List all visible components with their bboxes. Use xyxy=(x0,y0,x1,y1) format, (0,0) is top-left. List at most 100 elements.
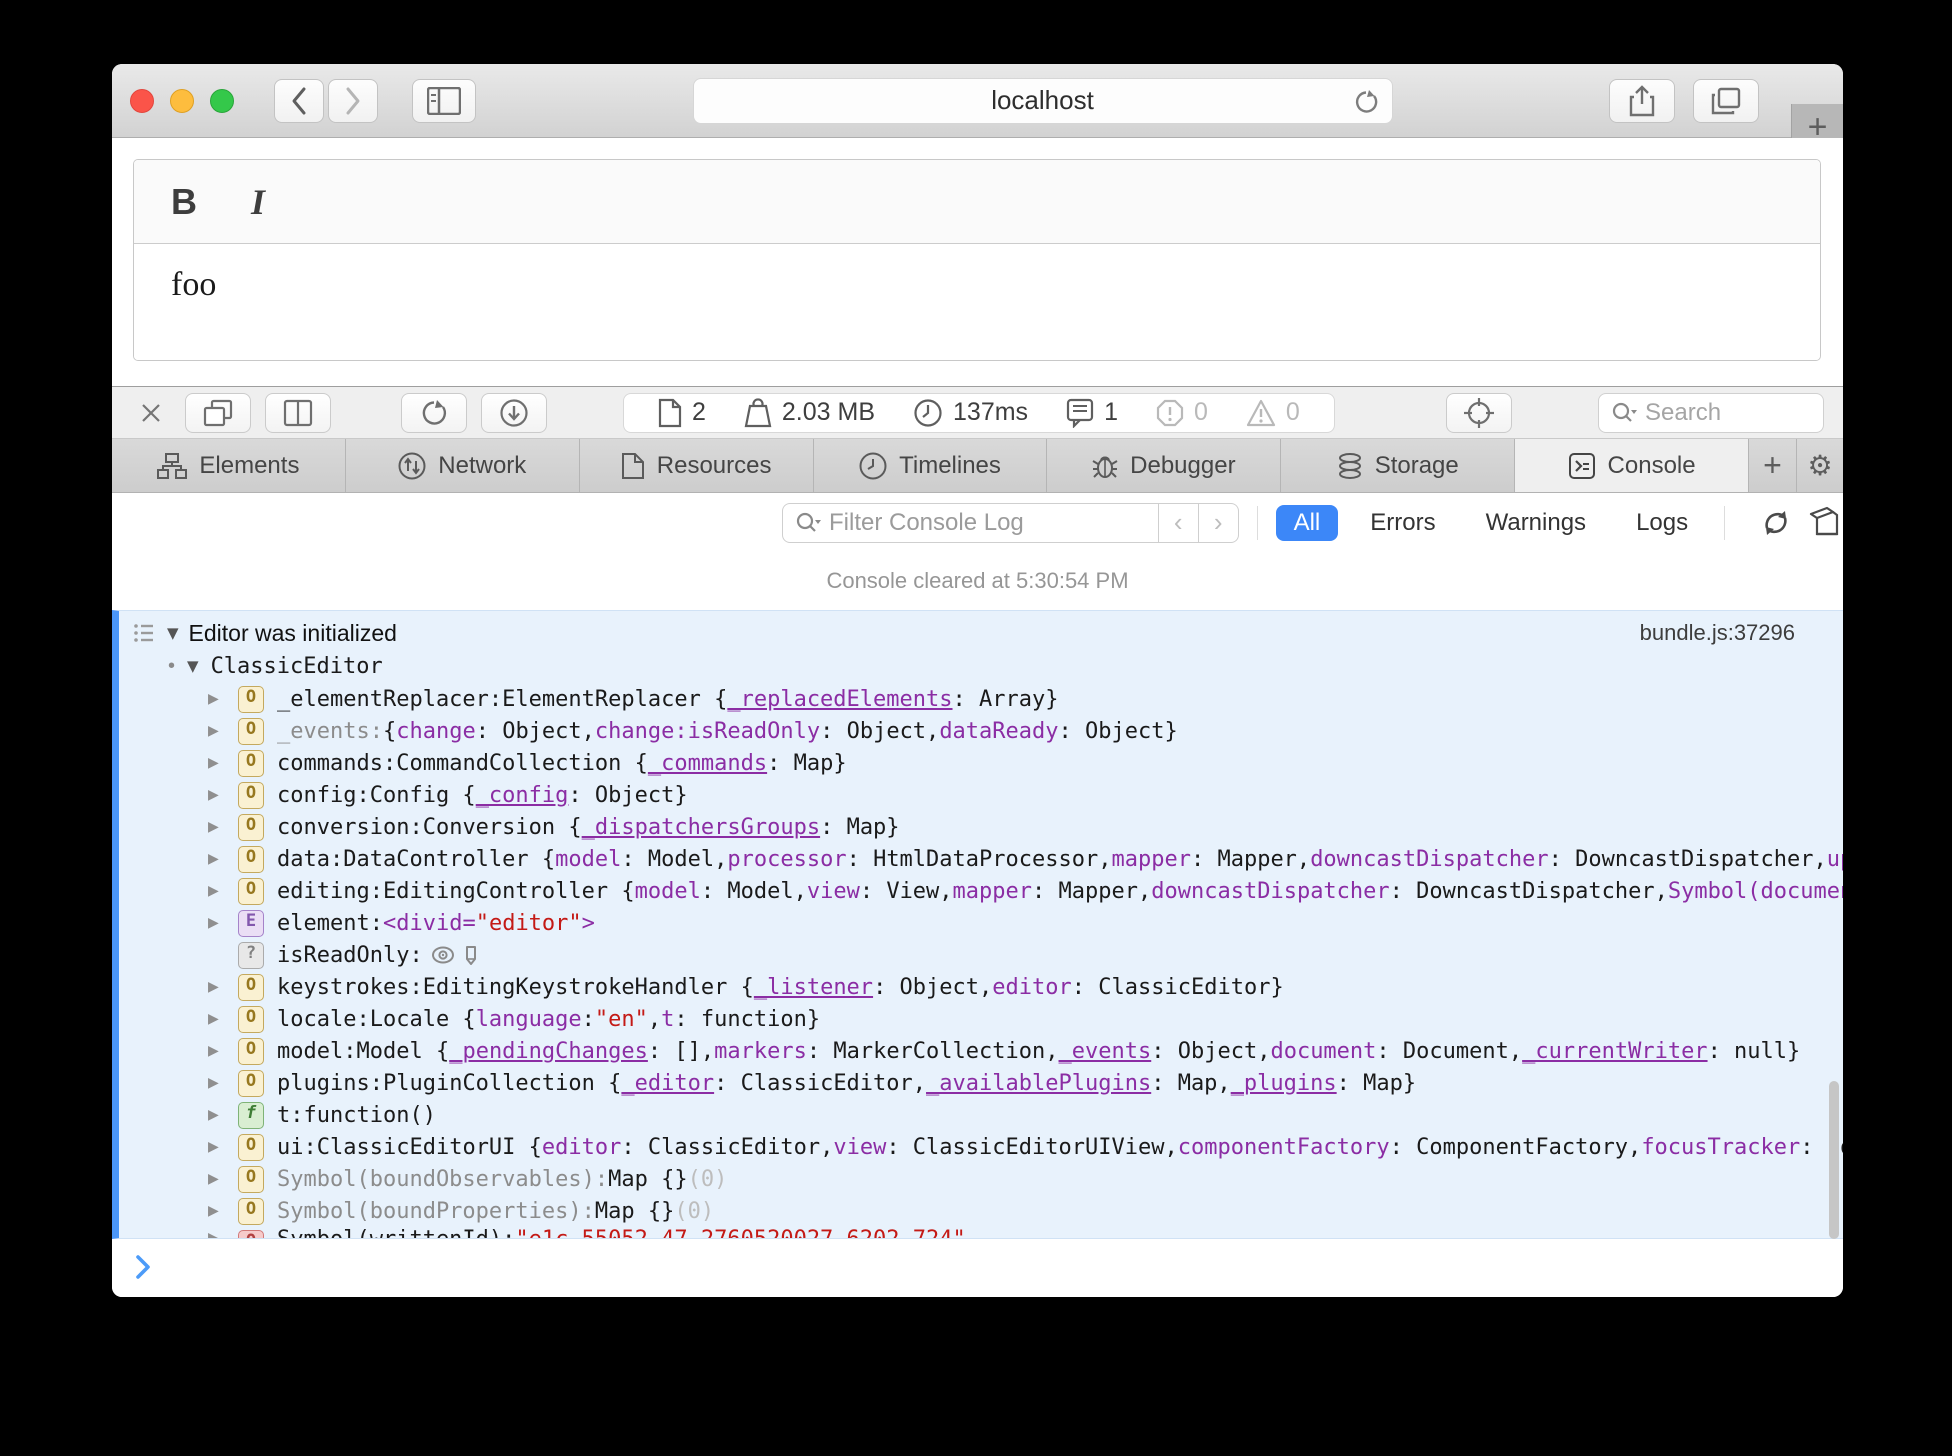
log-header[interactable]: ▼ Editor was initialized bundle.js:37296 xyxy=(119,611,1843,649)
next-result-button[interactable]: › xyxy=(1198,502,1239,543)
object-property-row[interactable]: ▶ O Symbol(boundProperties): Map {} (0) xyxy=(119,1195,1843,1227)
scope-errors[interactable]: Errors xyxy=(1352,505,1453,541)
stat-time[interactable]: 137ms xyxy=(913,398,1028,428)
stat-errors[interactable]: 0 xyxy=(1156,398,1208,427)
object-property-row[interactable]: ▶ Okeystrokes: EditingKeystrokeHandler {_… xyxy=(119,971,1843,1003)
tab-debugger[interactable]: Debugger xyxy=(1047,439,1282,492)
scope-warnings[interactable]: Warnings xyxy=(1468,505,1604,541)
previous-result-button[interactable]: ‹ xyxy=(1158,502,1199,543)
url-input[interactable] xyxy=(693,85,1392,116)
object-property-row[interactable]: ? isReadOnly: xyxy=(119,939,1843,971)
inspector-search[interactable] xyxy=(1598,392,1824,433)
object-header[interactable]: • ▼ ClassicEditor xyxy=(119,649,1843,683)
object-property-row[interactable]: ▶ f t: function() xyxy=(119,1099,1843,1131)
disclosure-collapsed-icon[interactable]: ▶ xyxy=(208,819,238,835)
property-name: isReadOnly: xyxy=(277,942,423,968)
disclosure-collapsed-icon[interactable]: ▶ xyxy=(208,1107,238,1123)
disclosure-collapsed-icon[interactable]: ▶ xyxy=(208,691,238,707)
disclosure-collapsed-icon[interactable]: ▶ xyxy=(208,1011,238,1027)
tab-resources[interactable]: Resources xyxy=(580,439,814,492)
search-input[interactable] xyxy=(1645,398,1785,427)
tab-overview-button[interactable] xyxy=(1693,78,1759,123)
stat-size[interactable]: 2.03 MB xyxy=(744,397,875,428)
tab-network[interactable]: Network xyxy=(346,439,580,492)
tab-label: Storage xyxy=(1374,451,1459,479)
disclosure-collapsed-icon[interactable]: ▶ xyxy=(208,1043,238,1059)
value-segment: : DowncastDispatcher, xyxy=(1389,878,1668,904)
forward-button[interactable] xyxy=(328,78,378,123)
tab-storage[interactable]: Storage xyxy=(1281,439,1516,492)
close-window-button[interactable] xyxy=(130,88,154,113)
pencil-icon[interactable] xyxy=(463,944,479,966)
console-prompt[interactable] xyxy=(112,1240,1843,1297)
reload-icon[interactable] xyxy=(1352,88,1380,116)
disclosure-collapsed-icon[interactable]: ▶ xyxy=(208,1139,238,1155)
object-property-row[interactable]: ▶ Oui: ClassicEditorUI {editor: ClassicEd… xyxy=(119,1131,1843,1163)
sidebar-button[interactable] xyxy=(412,78,476,123)
italic-button[interactable]: I xyxy=(238,181,278,223)
source-location-link[interactable]: bundle.js:37296 xyxy=(1640,620,1795,646)
back-button[interactable] xyxy=(274,78,324,123)
object-property-row[interactable]: ▶ Eelement: <div id= "editor" > xyxy=(119,907,1843,939)
scope-all[interactable]: All xyxy=(1275,504,1339,541)
element-picker-button[interactable] xyxy=(1446,392,1512,433)
object-property-row[interactable]: ▶ Ocommands: CommandCollection {_commands… xyxy=(119,747,1843,779)
console-filter-field[interactable] xyxy=(782,502,1159,543)
disclosure-collapsed-icon[interactable]: ▶ xyxy=(208,1203,238,1219)
object-property-row[interactable]: ▶ Odata: DataController {model: Model, pr… xyxy=(119,843,1843,875)
console-output[interactable]: Console cleared at 5:30:54 PM ▼ Editor w… xyxy=(112,552,1843,1240)
disclosure-collapsed-icon[interactable]: ▶ xyxy=(208,723,238,739)
bold-button[interactable]: B xyxy=(164,181,204,223)
editor-content[interactable]: foo xyxy=(134,244,1820,360)
scrollbar-thumb[interactable] xyxy=(1829,1081,1839,1239)
object-property-row[interactable]: ▶ O Symbol(boundObservables): Map {} (0) xyxy=(119,1163,1843,1195)
disclosure-collapsed-icon[interactable]: ▶ xyxy=(208,915,238,931)
preserve-log-button[interactable] xyxy=(1759,506,1793,540)
detach-inspector-button[interactable] xyxy=(185,392,251,433)
stat-documents[interactable]: 2 xyxy=(658,398,706,428)
value-segment: : Map} xyxy=(820,814,900,840)
console-log-entry[interactable]: ▼ Editor was initialized bundle.js:37296… xyxy=(112,610,1843,1239)
address-bar[interactable] xyxy=(692,77,1393,124)
value-segment: _commands xyxy=(647,750,768,776)
object-property-row[interactable]: ▶ Oplugins: PluginCollection {_editor: Cl… xyxy=(119,1067,1843,1099)
object-property-row[interactable]: ▶ O _elementReplacer: ElementReplacer {_re… xyxy=(119,683,1843,715)
value-segment: downcastDispatcher xyxy=(1310,846,1549,872)
object-property-row[interactable]: ▶ Olocale: Locale {language: "en", t: fun… xyxy=(119,1003,1843,1035)
disclosure-collapsed-icon[interactable]: ▶ xyxy=(208,755,238,771)
object-property-row[interactable]: ▶ O _events: {change: Object, change:isRea… xyxy=(119,715,1843,747)
disclosure-collapsed-icon[interactable]: ▶ xyxy=(208,1171,238,1187)
tab-timelines[interactable]: Timelines xyxy=(814,439,1048,492)
share-button[interactable] xyxy=(1609,78,1675,123)
object-property-row[interactable]: ▶ Oconfig: Config {_config: Object} xyxy=(119,779,1843,811)
add-tab-button[interactable]: + xyxy=(1749,439,1798,492)
stat-logs[interactable]: 1 xyxy=(1066,398,1118,428)
eye-icon[interactable] xyxy=(431,946,455,964)
object-property-row[interactable]: ▶O Symbol(writtenId): "e1c-55052-47-27605… xyxy=(119,1227,1843,1238)
tab-elements[interactable]: Elements xyxy=(112,439,346,492)
disclosure-collapsed-icon[interactable]: ▶ xyxy=(208,883,238,899)
disclosure-collapsed-icon[interactable]: ▶ xyxy=(208,1230,238,1238)
console-filter-input[interactable] xyxy=(829,508,1146,537)
scope-logs[interactable]: Logs xyxy=(1618,505,1706,541)
disclosure-collapsed-icon[interactable]: ▶ xyxy=(208,979,238,995)
close-inspector-button[interactable] xyxy=(131,393,171,433)
inspector-settings-button[interactable]: ⚙ xyxy=(1797,449,1843,482)
tab-console[interactable]: Console xyxy=(1515,439,1750,492)
disclosure-collapsed-icon[interactable]: ▶ xyxy=(208,1075,238,1091)
minimize-window-button[interactable] xyxy=(170,88,194,113)
zoom-window-button[interactable] xyxy=(210,88,234,113)
inspector-toolbar: 2 2.03 MB 137ms 1 0 0 Search xyxy=(112,387,1843,439)
disclosure-expanded-icon[interactable]: ▼ xyxy=(167,624,179,642)
object-property-row[interactable]: ▶ Oediting: EditingController {model: Mod… xyxy=(119,875,1843,907)
disclosure-collapsed-icon[interactable]: ▶ xyxy=(208,851,238,867)
stat-warnings[interactable]: 0 xyxy=(1246,398,1300,427)
download-page-button[interactable] xyxy=(481,392,547,433)
dock-side-button[interactable] xyxy=(265,392,331,433)
object-property-row[interactable]: ▶ Oconversion: Conversion {_dispatchersGr… xyxy=(119,811,1843,843)
disclosure-collapsed-icon[interactable]: ▶ xyxy=(208,787,238,803)
disclosure-expanded-icon[interactable]: ▼ xyxy=(187,657,199,675)
reload-page-button[interactable] xyxy=(401,392,467,433)
clear-console-button[interactable] xyxy=(1807,506,1843,540)
object-property-row[interactable]: ▶ Omodel: Model {_pendingChanges: [], mar… xyxy=(119,1035,1843,1067)
